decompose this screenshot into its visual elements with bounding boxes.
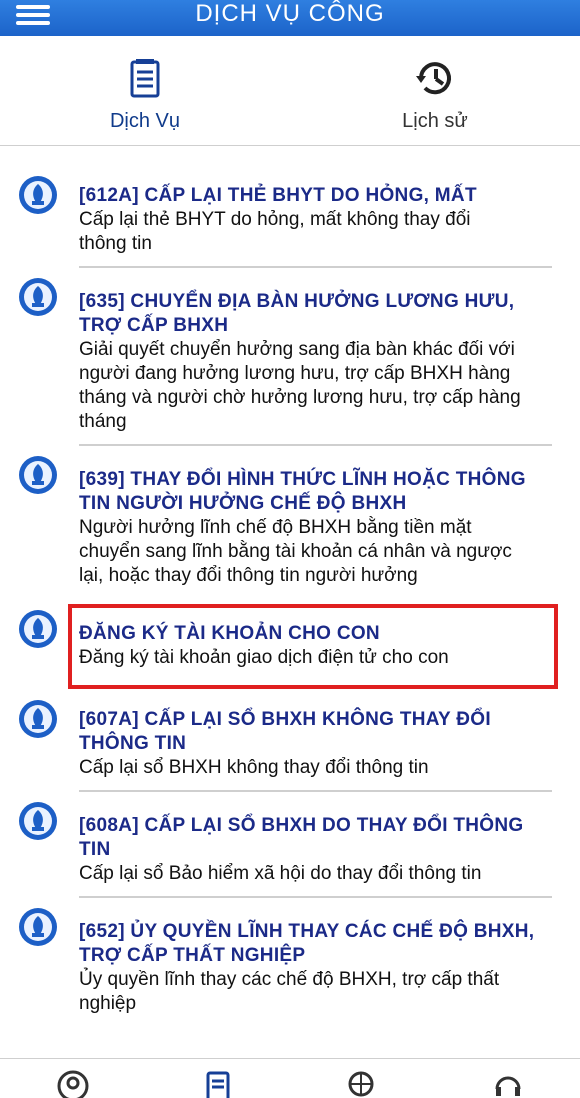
- tab-dich-vu[interactable]: Dịch Vụ: [0, 36, 290, 145]
- hamburger-menu-icon[interactable]: [16, 2, 50, 28]
- bhxh-logo-icon: [19, 278, 57, 316]
- bottom-nav: [0, 1058, 580, 1098]
- service-item[interactable]: [635] CHUYỂN ĐỊA BÀN HƯỞNG LƯƠNG HƯU, TRỢ…: [0, 268, 580, 444]
- search-globe-icon: [348, 1071, 373, 1097]
- tab-label: Dịch Vụ: [109, 110, 181, 132]
- bhxh-logo-icon: [19, 700, 57, 738]
- service-description: Cấp lại thẻ BHYT do hỏng, mất không thay…: [79, 209, 471, 254]
- nav-account[interactable]: [53, 1069, 93, 1098]
- support-headset-icon: [495, 1076, 520, 1096]
- tab-lich-su[interactable]: Lịch sử: [290, 36, 580, 145]
- service-item[interactable]: [652] ỦY QUYỀN LĨNH THAY CÁC CHẾ ĐỘ BHXH…: [0, 898, 580, 1026]
- service-title: [635] CHUYỂN ĐỊA BÀN HƯỞNG LƯƠNG HƯU, TRỢ…: [79, 291, 515, 336]
- service-title: [607A] CẤP LẠI SỔ BHXH KHÔNG THAY ĐỔI THÔ…: [79, 709, 491, 754]
- service-item[interactable]: [607A] CẤP LẠI SỔ BHXH KHÔNG THAY ĐỔI THÔ…: [0, 690, 580, 790]
- tab-bar: Dịch Vụ Lịch sử: [0, 36, 580, 146]
- history-clock-icon: [416, 62, 451, 95]
- document-list-icon: [130, 59, 160, 98]
- service-title: [639] THAY ĐỔI HÌNH THỨC LĨNH HOẶC THÔNG…: [79, 469, 526, 514]
- service-title: [652] ỦY QUYỀN LĨNH THAY CÁC CHẾ ĐỘ BHXH…: [79, 921, 535, 966]
- service-list: [612A] CẤP LẠI THẺ BHYT DO HỎNG, MẤT Cấp…: [0, 166, 580, 1026]
- account-icon: [57, 1070, 88, 1098]
- service-description: Ủy quyền lĩnh thay các chế độ BHXH, trợ …: [79, 969, 500, 1014]
- bhxh-logo-icon: [19, 456, 57, 494]
- service-item[interactable]: [639] THAY ĐỔI HÌNH THỨC LĨNH HOẶC THÔNG…: [0, 446, 580, 598]
- service-item[interactable]: [608A] CẤP LẠI SỔ BHXH DO THAY ĐỔI THÔNG…: [0, 792, 580, 896]
- service-title: [608A] CẤP LẠI SỔ BHXH DO THAY ĐỔI THÔNG…: [79, 815, 524, 860]
- service-description: Cấp lại sổ BHXH không thay đổi thông tin: [79, 757, 429, 778]
- bhxh-logo-icon: [19, 176, 57, 214]
- app-header: DỊCH VỤ CÔNG: [0, 0, 580, 36]
- services-doc-icon: [206, 1071, 229, 1098]
- service-description: Cấp lại sổ Bảo hiểm xã hội do thay đổi t…: [79, 863, 482, 884]
- page-title: DỊCH VỤ CÔNG: [195, 0, 385, 27]
- highlight-box: [68, 604, 558, 689]
- service-description: Người hưởng lĩnh chế độ BHXH bằng tiền m…: [79, 517, 512, 586]
- nav-search[interactable]: [343, 1069, 383, 1098]
- nav-services[interactable]: [198, 1069, 238, 1098]
- service-item[interactable]: [612A] CẤP LẠI THẺ BHYT DO HỎNG, MẤT Cấp…: [0, 166, 580, 266]
- bhxh-logo-icon: [19, 802, 57, 840]
- service-title: [612A] CẤP LẠI THẺ BHYT DO HỎNG, MẤT: [79, 185, 477, 206]
- bhxh-logo-icon: [19, 610, 57, 648]
- service-description: Giải quyết chuyển hưởng sang địa bàn khá…: [79, 339, 521, 432]
- tab-label: Lịch sử: [402, 110, 468, 132]
- bhxh-logo-icon: [19, 908, 57, 946]
- nav-support[interactable]: [488, 1069, 528, 1098]
